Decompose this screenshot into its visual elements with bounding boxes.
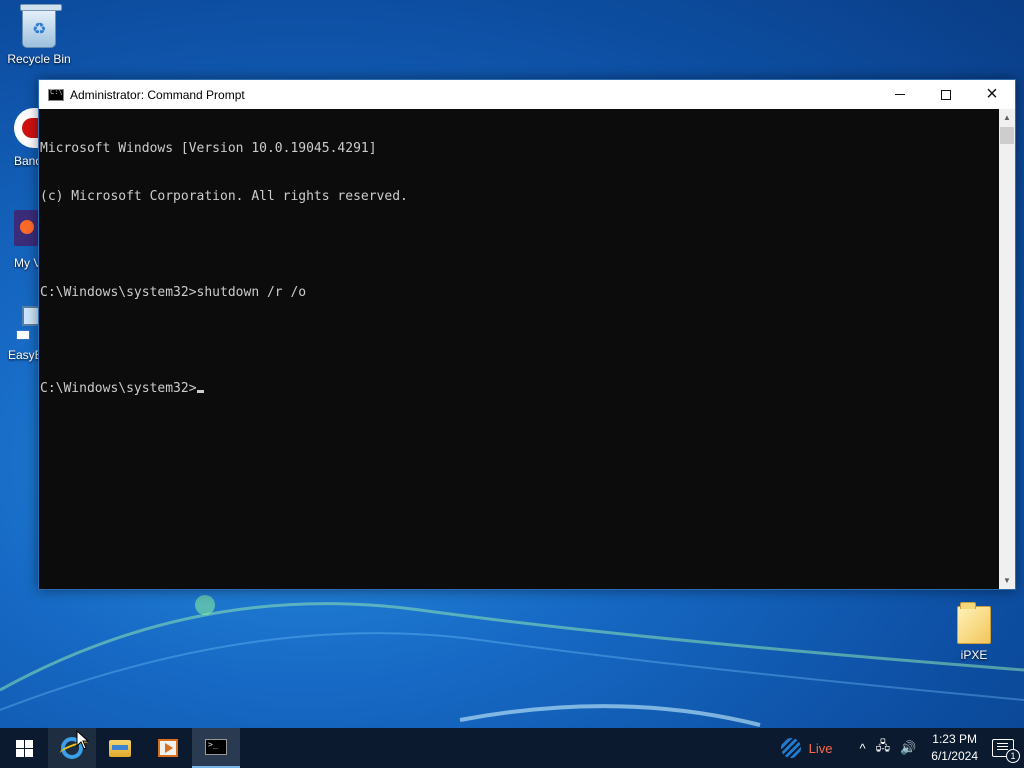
action-center-icon[interactable]: 1 — [992, 739, 1020, 763]
console-output[interactable]: Microsoft Windows [Version 10.0.19045.42… — [39, 109, 1000, 589]
scroll-thumb[interactable] — [1000, 127, 1014, 144]
taskbar: Live ^ 🖧 🔊 1:23 PM 6/1/2024 1 — [0, 728, 1024, 768]
media-player-taskbar-button[interactable] — [144, 728, 192, 768]
clock[interactable]: 1:23 PM 6/1/2024 — [931, 731, 978, 765]
command-prompt-icon — [205, 739, 227, 755]
console-line: (c) Microsoft Corporation. All rights re… — [40, 189, 408, 204]
recycle-bin-desktop-icon[interactable]: ♻ Recycle Bin — [1, 4, 77, 66]
bandicam-icon — [14, 108, 40, 148]
att-globe-icon — [780, 738, 801, 758]
close-icon: × — [986, 83, 998, 105]
close-button[interactable]: × — [969, 80, 1015, 109]
file-explorer-icon — [109, 739, 131, 757]
maximize-button[interactable] — [923, 80, 969, 109]
text-cursor — [196, 390, 204, 393]
command-prompt-window[interactable]: Administrator: Command Prompt × Microsof… — [38, 79, 1016, 590]
console-line: Microsoft Windows [Version 10.0.19045.42… — [40, 141, 377, 156]
minimize-button[interactable] — [877, 80, 923, 109]
ipxe-label: iPXE — [960, 648, 988, 662]
console-prompt-line: C:\Windows\system32> — [40, 381, 1000, 397]
start-button[interactable] — [0, 728, 48, 768]
window-title: Administrator: Command Prompt — [70, 87, 245, 102]
command-prompt-title-icon — [48, 88, 64, 101]
network-icon[interactable]: 🖧 — [876, 737, 891, 759]
recycle-bin-icon: ♻ — [20, 4, 62, 48]
ipxe-folder-desktop-icon[interactable]: iPXE — [936, 602, 1012, 662]
clock-date: 6/1/2024 — [931, 749, 978, 763]
show-hidden-icons-chevron-icon[interactable]: ^ — [859, 741, 865, 756]
folder-icon — [957, 602, 991, 644]
recycle-bin-label: Recycle Bin — [7, 52, 71, 66]
media-player-icon — [158, 739, 178, 757]
window-titlebar[interactable]: Administrator: Command Prompt × — [39, 80, 1015, 109]
clock-time: 1:23 PM — [932, 732, 977, 746]
file-explorer-taskbar-button[interactable] — [96, 728, 144, 768]
console-line: C:\Windows\system32>shutdown /r /o — [40, 285, 307, 300]
scroll-up-arrow-icon[interactable]: ▲ — [999, 109, 1015, 126]
live-label: Live — [808, 740, 833, 756]
live-widget[interactable]: Live — [780, 738, 833, 758]
maximize-icon — [941, 89, 951, 100]
volume-icon[interactable]: 🔊 — [900, 740, 916, 756]
notification-count-badge: 1 — [1006, 749, 1020, 763]
system-tray: Live ^ 🖧 🔊 1:23 PM 6/1/2024 1 — [780, 728, 1024, 768]
windows-logo-icon — [15, 739, 33, 757]
command-prompt-taskbar-button[interactable] — [192, 728, 240, 768]
console-prompt: C:\Windows\system32> — [40, 381, 197, 396]
mouse-pointer-icon — [76, 730, 90, 750]
minimize-icon — [895, 94, 905, 95]
scroll-down-arrow-icon[interactable]: ▼ — [999, 572, 1015, 589]
app-icon — [14, 210, 38, 246]
vertical-scrollbar[interactable]: ▲ ▼ — [999, 109, 1015, 589]
